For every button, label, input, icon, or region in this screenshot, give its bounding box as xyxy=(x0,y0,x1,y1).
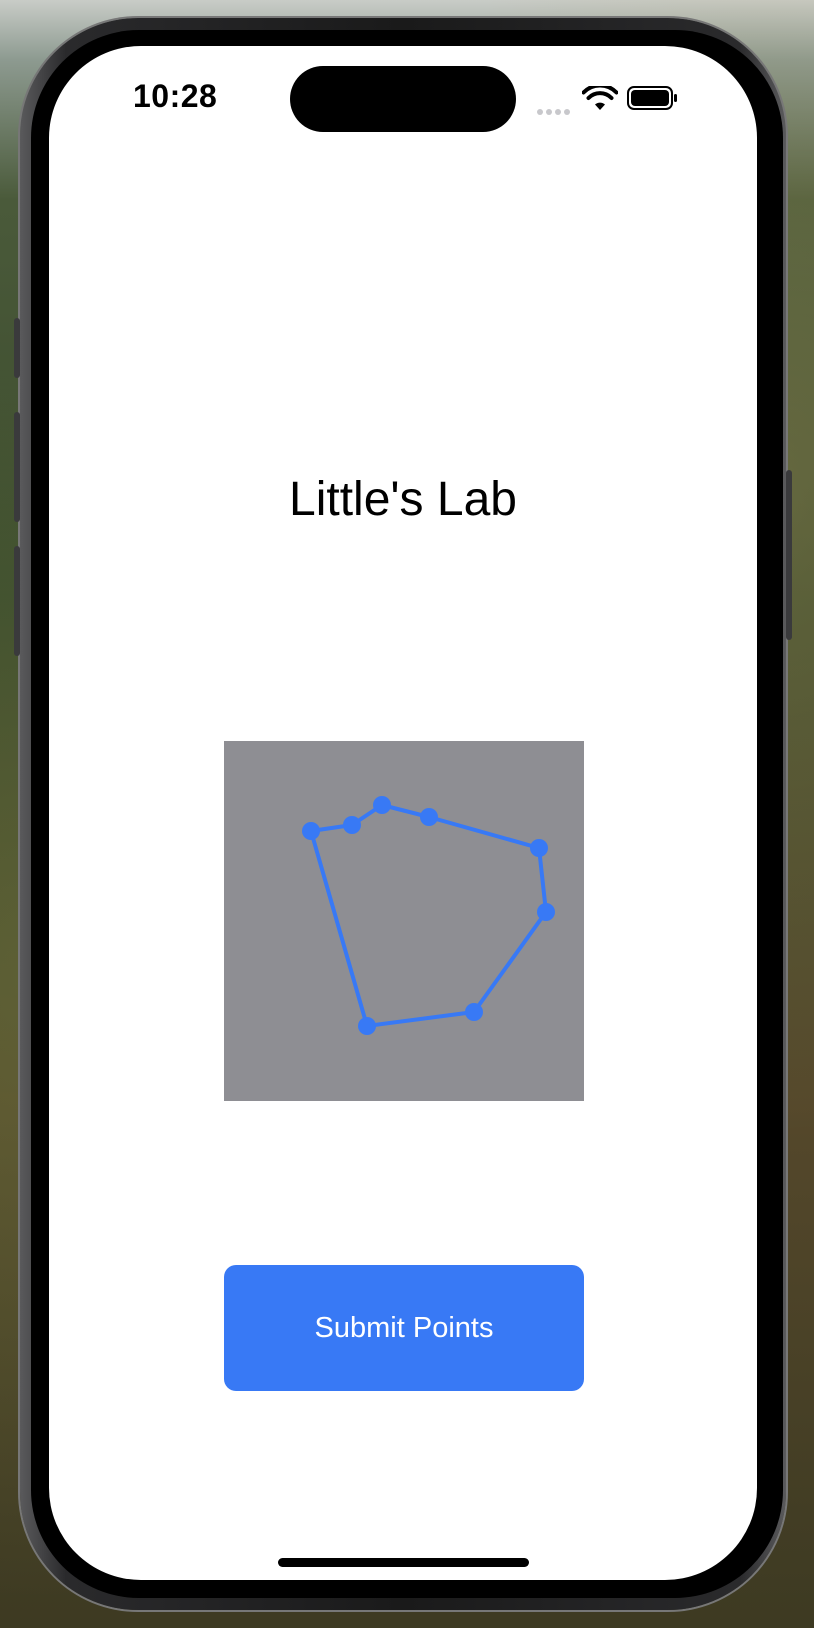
cellular-signal-icon xyxy=(537,102,577,115)
wifi-icon xyxy=(582,86,618,110)
status-time: 10:28 xyxy=(133,78,218,114)
drawing-canvas[interactable] xyxy=(224,741,584,1101)
volume-up-button xyxy=(14,412,20,522)
polygon-point-7[interactable] xyxy=(465,1003,483,1021)
polygon-point-4[interactable] xyxy=(420,808,438,826)
polygon-edge xyxy=(309,803,548,1028)
home-indicator[interactable] xyxy=(278,1558,529,1567)
polygon-drawing xyxy=(302,796,555,1035)
polygon-point-2[interactable] xyxy=(343,816,361,834)
dynamic-island xyxy=(290,66,516,132)
battery-icon xyxy=(627,86,677,110)
volume-down-button xyxy=(14,546,20,656)
polygon-point-3[interactable] xyxy=(373,796,391,814)
submit-points-button[interactable]: Submit Points xyxy=(224,1265,584,1391)
phone-screen: 10:28 Little's Lab Submit Points xyxy=(49,46,757,1580)
polygon-point-6[interactable] xyxy=(537,903,555,921)
polygon-point-8[interactable] xyxy=(358,1017,376,1035)
polygon-point-1[interactable] xyxy=(302,822,320,840)
power-button xyxy=(786,470,792,640)
page-title: Little's Lab xyxy=(289,473,517,526)
action-button xyxy=(14,318,20,378)
polygon-point-5[interactable] xyxy=(530,839,548,857)
